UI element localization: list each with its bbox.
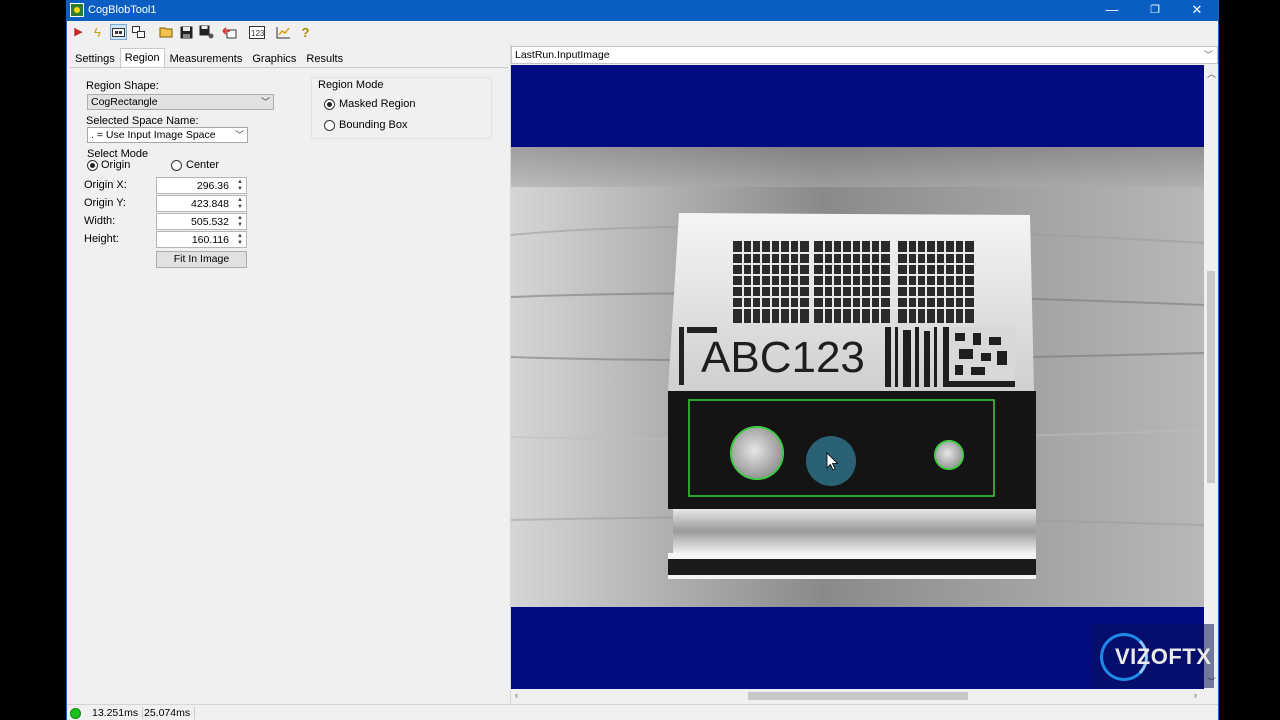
window-title: CogBlobTool1 [88, 4, 157, 16]
tab-region[interactable]: Region [119, 48, 165, 69]
select-mode-group: Select Mode Origin Center [85, 148, 249, 174]
vertical-scroll-thumb[interactable] [1207, 271, 1215, 483]
width-label: Width: [84, 215, 116, 227]
part-code-text: ABC123 [701, 333, 865, 382]
logo-text: VIZOFTX [1115, 644, 1212, 669]
center-radio-label[interactable]: Center [186, 159, 219, 171]
spinner-arrows-icon[interactable]: ▲ ▼ [235, 179, 245, 192]
minimize-button[interactable]: — [1092, 0, 1132, 21]
open-icon[interactable] [158, 24, 175, 40]
help-icon[interactable]: ? [297, 24, 314, 40]
close-button[interactable]: ✕ [1177, 0, 1217, 21]
electric-icon[interactable]: ϟ [89, 24, 106, 40]
region-shape-value: CogRectangle [91, 96, 158, 108]
region-shape-label: Region Shape: [86, 80, 159, 92]
run-status-icon [70, 708, 81, 719]
image-display-pane: LastRun.InputImage ﹀ ABC123 ︿ ‹ › [511, 46, 1218, 704]
vizoftx-logo: VIZOFTX [1092, 624, 1214, 688]
origin-radio[interactable] [87, 160, 98, 171]
status-bar: 13.251ms 25.074ms [67, 704, 1218, 720]
origin-x-input[interactable]: 296.36 ▲ ▼ [156, 177, 247, 194]
fit-in-image-button[interactable]: Fit In Image [156, 251, 247, 268]
image-source-select[interactable]: LastRun.InputImage ﹀ [511, 46, 1218, 64]
chevron-down-icon: ﹀ [234, 130, 244, 140]
width-value: 505.532 [191, 216, 229, 228]
chevron-down-icon: ﹀ [1203, 50, 1213, 60]
scroll-left-icon[interactable]: ‹ [515, 690, 518, 700]
data-matrix-code [943, 327, 1015, 387]
vertical-scrollbar[interactable]: ︿ ﹀ [1204, 65, 1218, 689]
bounding-box-label[interactable]: Bounding Box [339, 119, 408, 131]
height-input[interactable]: 160.116 ▲ ▼ [156, 231, 247, 248]
origin-y-value: 423.848 [191, 198, 229, 210]
selected-space-label: Selected Space Name: [86, 115, 199, 127]
width-input[interactable]: 505.532 ▲ ▼ [156, 213, 247, 230]
origin-y-label: Origin Y: [84, 197, 126, 209]
region-tab-panel: Region Shape: CogRectangle ﹀ Selected Sp… [70, 67, 508, 701]
origin-x-label: Origin X: [84, 179, 127, 191]
count-icon[interactable]: 123 [248, 24, 265, 40]
spinner-arrows-icon[interactable]: ▲ ▼ [235, 197, 245, 210]
origin-x-value: 296.36 [196, 180, 229, 192]
horizontal-scrollbar[interactable]: ‹ › [511, 689, 1204, 703]
origin-radio-label[interactable]: Origin [101, 159, 130, 171]
image-display[interactable]: ABC123 [511, 65, 1204, 689]
horizontal-scroll-thumb[interactable] [748, 692, 968, 700]
image-source-value: LastRun.InputImage [515, 49, 610, 61]
camera-image: ABC123 [511, 147, 1204, 607]
selected-space-value: . = Use Input Image Space [91, 129, 216, 141]
region-mode-label: Region Mode [318, 79, 384, 91]
region-mode-group: Region Mode Masked Region Bounding Box [311, 77, 492, 139]
center-radio[interactable] [171, 160, 182, 171]
spinner-arrows-icon[interactable]: ▲ ▼ [235, 215, 245, 228]
graph-icon[interactable] [275, 24, 292, 40]
last-run-time: 13.251ms [88, 707, 144, 719]
tab-strip: Settings Region Measurements Graphics Re… [70, 48, 348, 69]
cog-blob-tool-window: CogBlobTool1 — ❐ ✕ ▶ ϟ 123 ? Settings Re… [66, 0, 1219, 720]
selected-space-select[interactable]: . = Use Input Image Space ﹀ [87, 127, 248, 143]
title-bar: CogBlobTool1 — ❐ ✕ [67, 0, 1218, 21]
restore-button[interactable]: ❐ [1135, 0, 1175, 21]
tool-icon[interactable] [130, 24, 147, 40]
save-icon[interactable] [178, 24, 195, 40]
settings-pane: Settings Region Measurements Graphics Re… [67, 44, 511, 704]
svg-text:123: 123 [251, 29, 265, 38]
scroll-up-icon[interactable]: ︿ [1207, 67, 1216, 80]
masked-region-radio[interactable] [324, 99, 335, 110]
toolbar: ▶ ϟ 123 ? [67, 21, 1218, 43]
region-shape-select[interactable]: CogRectangle ﹀ [87, 94, 274, 110]
app-icon [70, 3, 84, 17]
scroll-right-icon[interactable]: › [1194, 690, 1197, 700]
height-label: Height: [84, 233, 119, 245]
bounding-box-radio[interactable] [324, 120, 335, 131]
reset-icon[interactable] [221, 24, 238, 40]
chevron-down-icon: ﹀ [260, 97, 270, 107]
masked-region-label[interactable]: Masked Region [339, 98, 415, 110]
link-icon[interactable] [110, 24, 127, 40]
save-settings-icon[interactable] [198, 24, 215, 40]
origin-y-input[interactable]: 423.848 ▲ ▼ [156, 195, 247, 212]
height-value: 160.116 [191, 234, 229, 246]
run-icon[interactable]: ▶ [70, 24, 87, 40]
spinner-arrows-icon[interactable]: ▲ ▼ [235, 233, 245, 246]
total-time: 25.074ms [140, 707, 196, 719]
